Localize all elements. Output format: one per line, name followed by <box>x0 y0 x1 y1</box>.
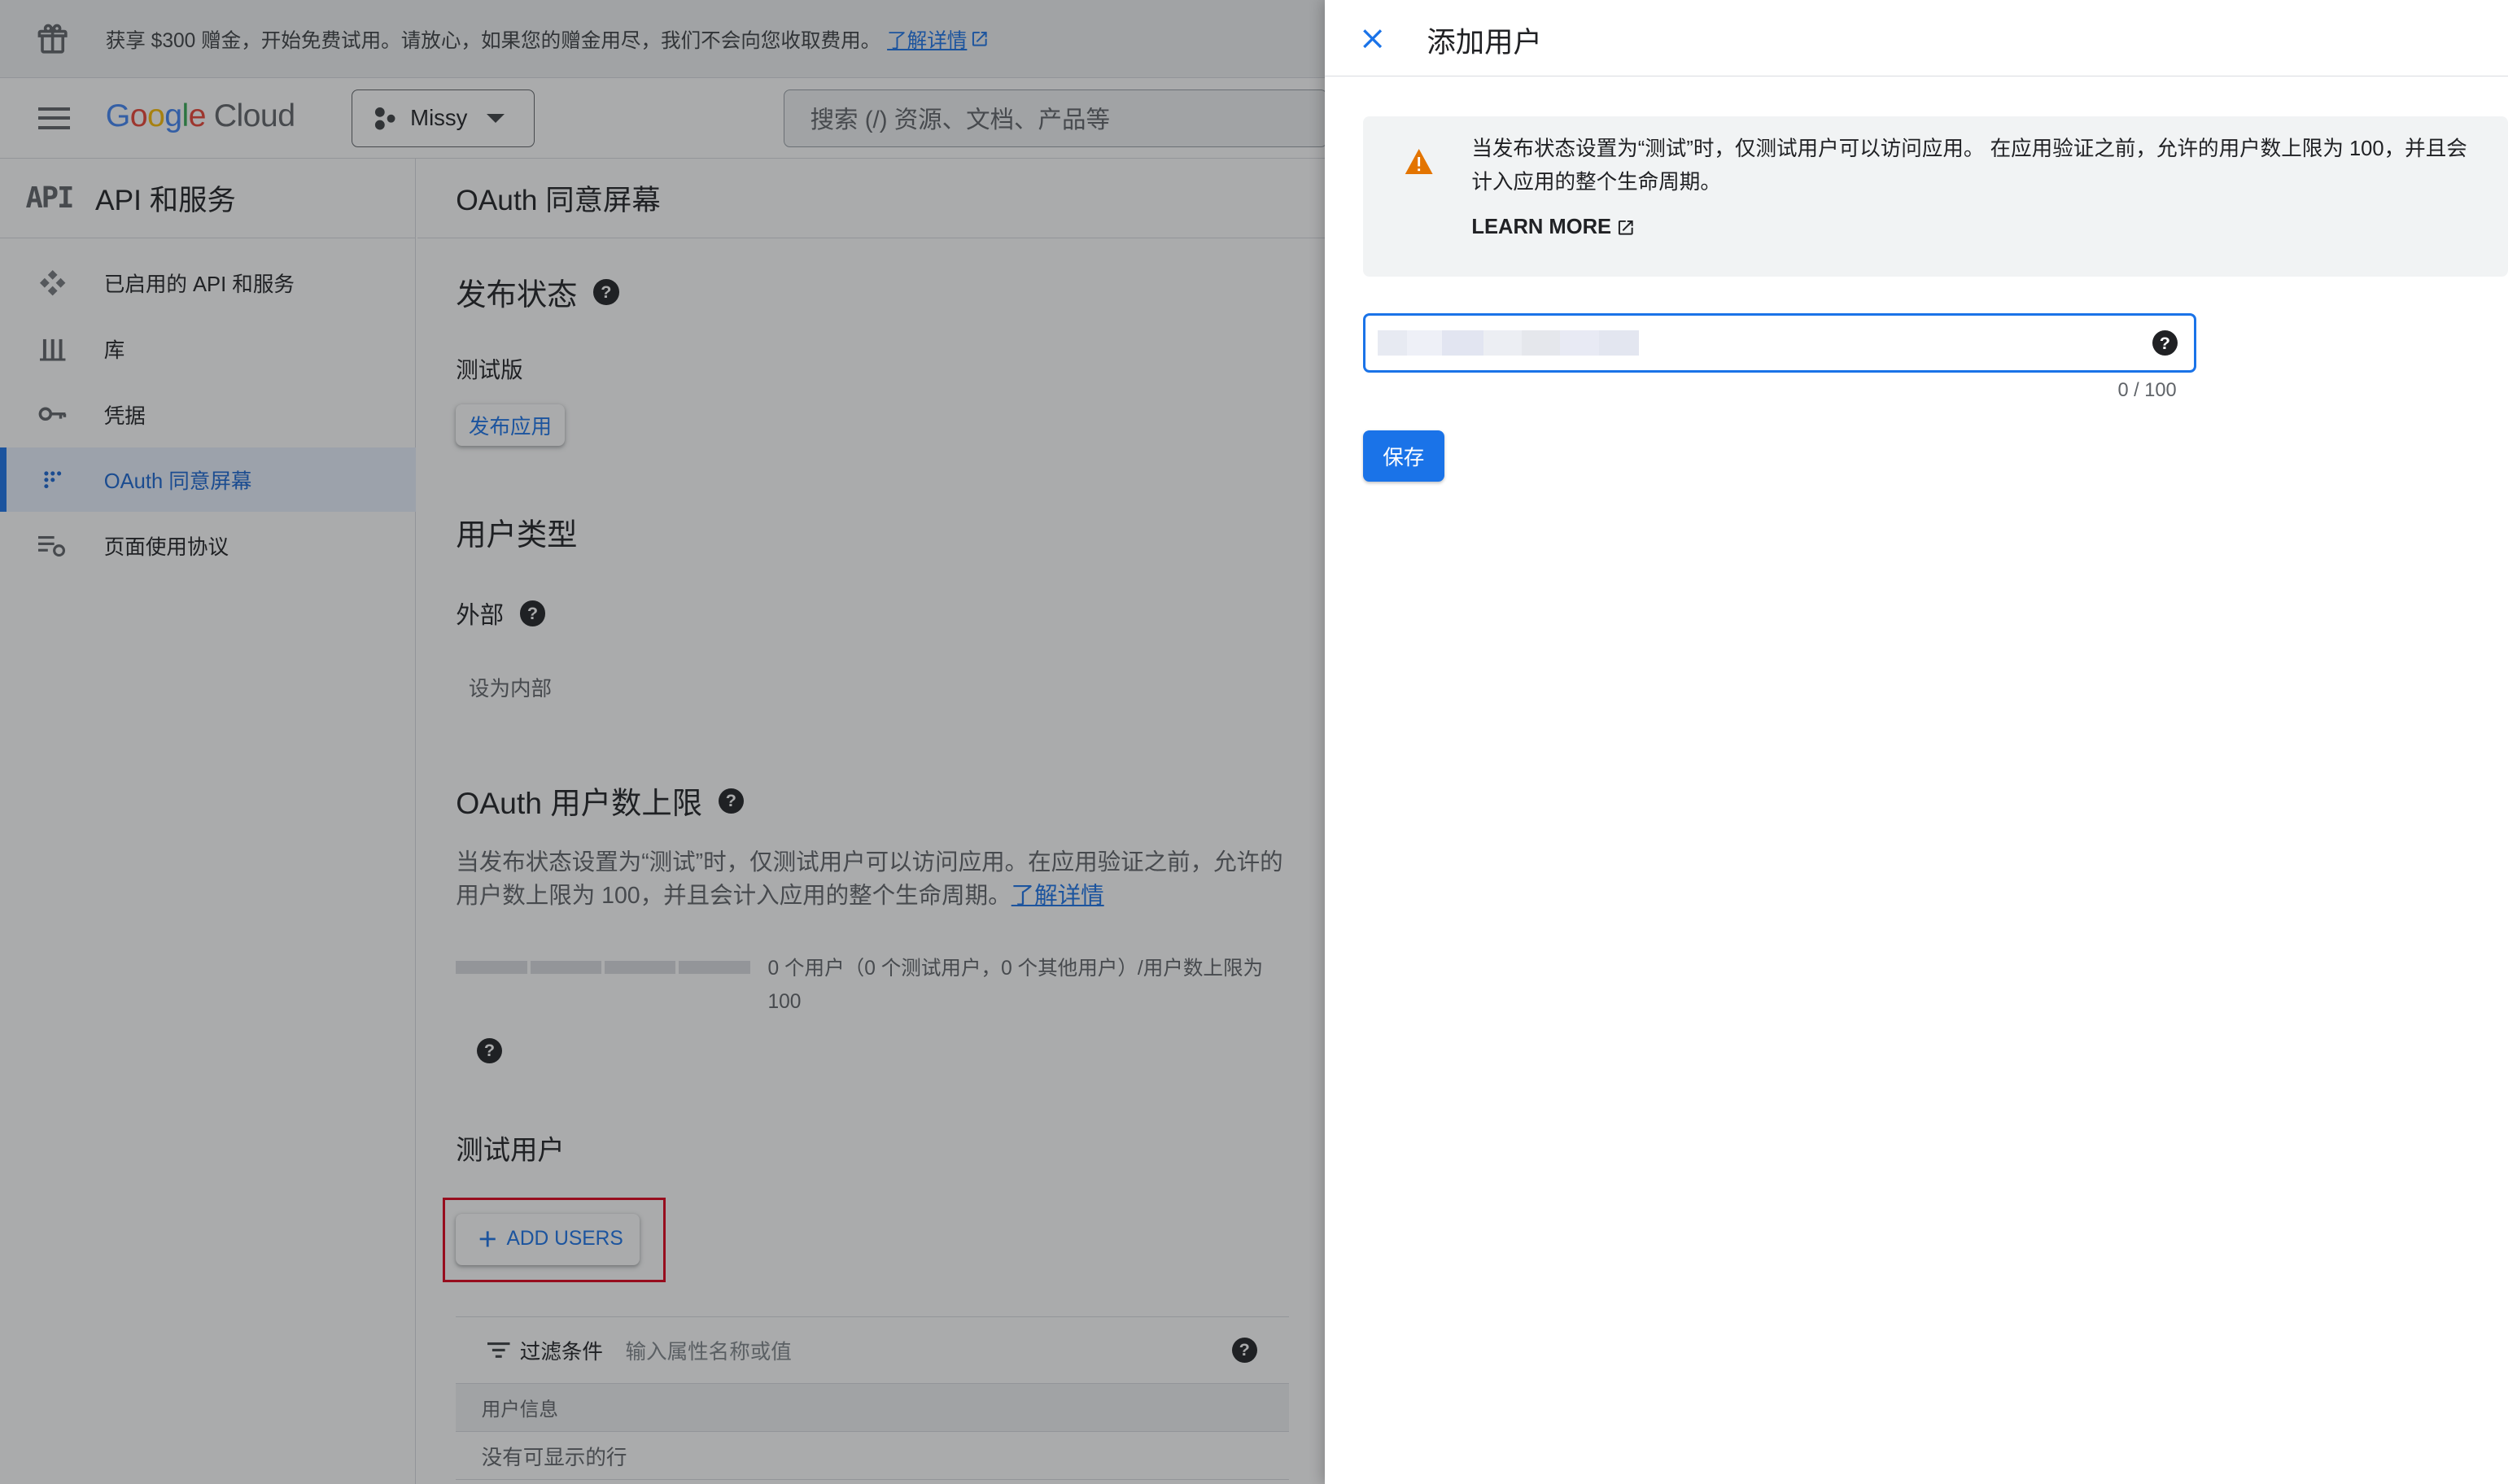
drawer-header: 添加用户 <box>1324 0 2508 77</box>
save-button[interactable]: 保存 <box>1362 430 1444 482</box>
learn-more-link[interactable]: LEARN MORE <box>1471 216 1635 239</box>
warning-callout: 当发布状态设置为“测试”时，仅测试用户可以访问应用。 在应用验证之前，允许的用户… <box>1362 116 2508 277</box>
character-counter: 0 / 100 <box>2117 378 2177 400</box>
warning-text: 当发布状态设置为“测试”时，仅测试用户可以访问应用。 在应用验证之前，允许的用户… <box>1471 137 2467 194</box>
external-link-icon <box>1618 220 1633 235</box>
user-email-input[interactable] <box>1378 325 2130 361</box>
user-email-field[interactable]: ? <box>1362 313 2196 373</box>
close-icon[interactable] <box>1357 23 1388 55</box>
warning-icon <box>1405 148 1433 175</box>
modal-scrim[interactable] <box>0 0 1325 1484</box>
add-users-drawer: 添加用户 当发布状态设置为“测试”时，仅测试用户可以访问应用。 在应用验证之前，… <box>1324 0 2508 1484</box>
help-icon[interactable]: ? <box>2152 330 2178 356</box>
drawer-title: 添加用户 <box>1427 26 1542 59</box>
